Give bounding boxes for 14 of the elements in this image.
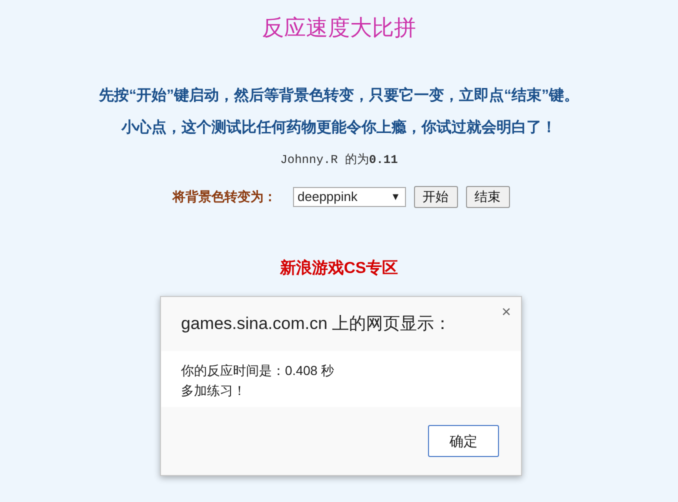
ok-button[interactable]: 确定 [428, 425, 499, 457]
instruction-text: 先按“开始”键启动，然后等背景色转变，只要它一变，立即点“结束”键。 [99, 86, 579, 106]
footer-link[interactable]: 新浪游戏CS专区 [280, 257, 398, 281]
dialog-message: 多加练习！ [181, 382, 247, 400]
action-button[interactable]: 结束 [466, 186, 510, 208]
action-button[interactable]: 开始 [414, 186, 458, 208]
instruction-text: 小心点，这个测试比任何药物更能令你上瘾，你试过就会明白了！ [122, 118, 556, 138]
color-select[interactable]: deepppink ▼ [292, 187, 406, 207]
dialog-title: games.sina.com.cn 上的网页显示： [181, 313, 452, 335]
close-button[interactable]: × [502, 305, 511, 321]
dialog-message: 你的反应时间是：0.408 秒 [181, 362, 336, 380]
page-title: 反应速度大比拼 [262, 14, 416, 42]
color-label: 将背景色转变为： [172, 188, 276, 206]
record-text: Johnny.R 的为0.11 [280, 152, 398, 168]
